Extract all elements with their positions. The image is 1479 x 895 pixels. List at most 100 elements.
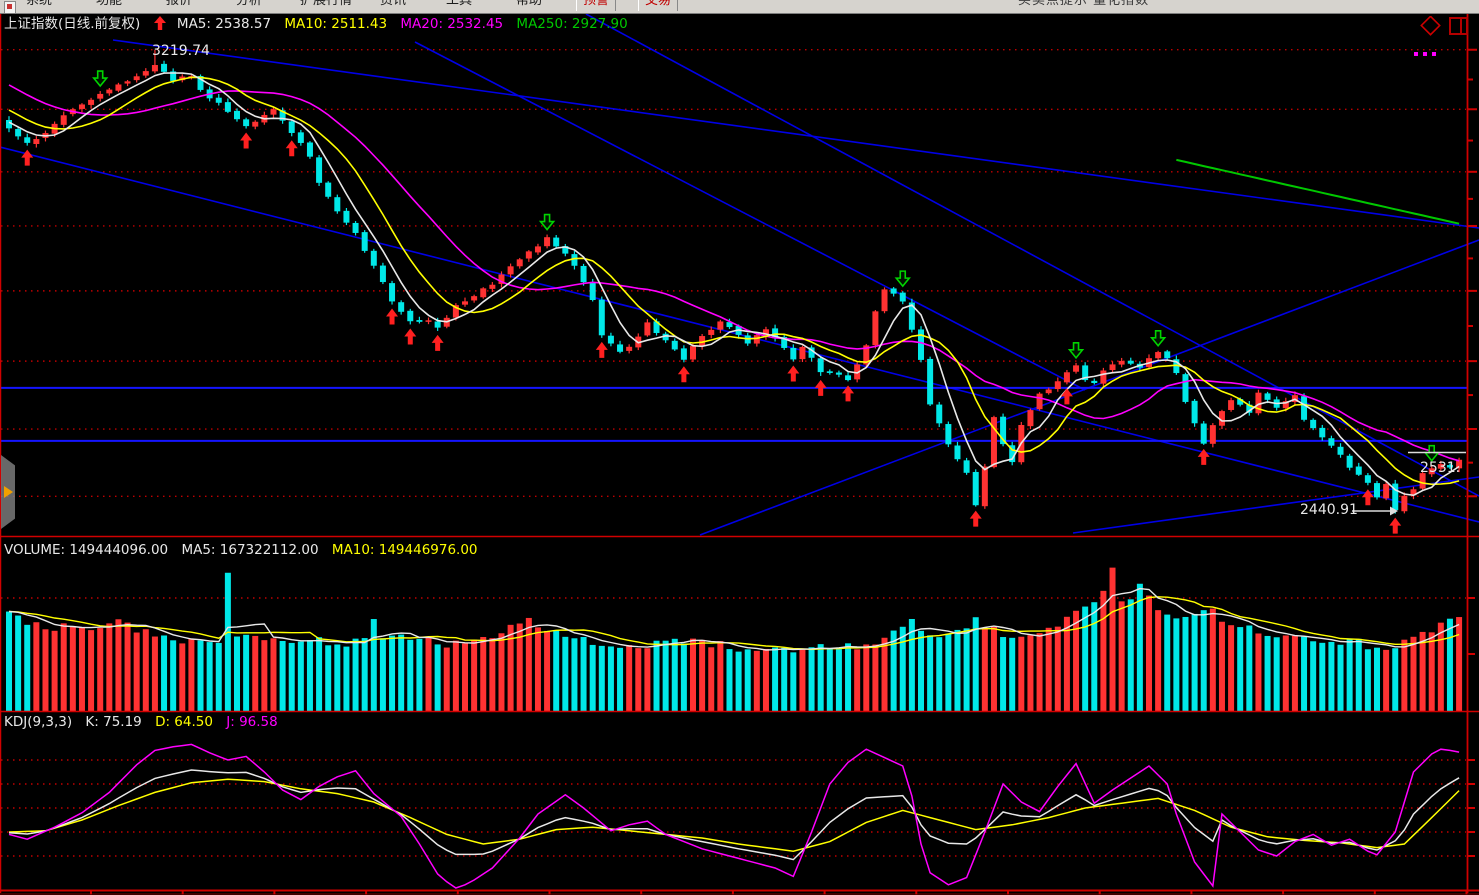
volume-bar	[1037, 633, 1043, 711]
candle	[954, 445, 960, 459]
volume-bar	[334, 644, 340, 711]
menu-item-3[interactable]: 分析	[236, 0, 262, 11]
volume-bar	[590, 645, 596, 711]
candle	[882, 289, 888, 311]
app-icon[interactable]	[4, 1, 16, 14]
candle	[1046, 389, 1052, 393]
candle	[927, 359, 933, 404]
menu-item-0[interactable]: 系统	[26, 0, 52, 11]
volume-bar	[1374, 648, 1380, 711]
volume-bar	[289, 643, 295, 711]
volume-bar	[198, 640, 204, 711]
diamond-icon[interactable]	[1421, 16, 1439, 34]
kdj-d-line	[9, 779, 1459, 851]
candle	[517, 259, 523, 266]
buy-signal-arrow	[21, 150, 33, 166]
volume-value: VOLUME: 149444096.00	[4, 542, 168, 558]
volume-bar	[1456, 617, 1462, 711]
volume-bar	[343, 647, 349, 711]
candle	[936, 405, 942, 424]
candle	[717, 321, 723, 329]
candle	[599, 300, 605, 336]
kdj-k-value: K: 75.19	[85, 714, 141, 730]
candle	[426, 320, 432, 322]
volume-bar	[462, 643, 468, 711]
candle	[380, 266, 386, 282]
volume-bar	[444, 648, 450, 711]
candle	[1201, 424, 1207, 444]
volume-bar	[24, 625, 30, 711]
volume-bar	[836, 649, 842, 711]
candle	[982, 467, 988, 507]
candle	[964, 460, 970, 472]
menu-item-9[interactable]: 交易	[638, 0, 678, 11]
volume-bar	[280, 641, 286, 711]
volume-bar	[954, 630, 960, 711]
candle	[106, 90, 112, 94]
window-restore-icon[interactable]	[1450, 18, 1467, 34]
menu-item-2[interactable]: 报价	[166, 0, 192, 11]
menu-item-1[interactable]: 功能	[96, 0, 122, 11]
candle	[708, 330, 714, 335]
volume-bar	[298, 642, 304, 711]
candle	[1265, 393, 1271, 399]
more-options-icon[interactable]	[1414, 41, 1470, 60]
candle	[1073, 365, 1079, 371]
candle	[1110, 364, 1116, 370]
candle	[1182, 374, 1188, 402]
candle	[1310, 420, 1316, 428]
panel-expander[interactable]	[1, 455, 15, 529]
candle	[608, 336, 614, 344]
volume-bar	[307, 640, 313, 711]
volume-bar	[1155, 610, 1161, 711]
volume-ma10-value: MA10: 149446976.00	[332, 542, 478, 558]
menu-item-8[interactable]: 预警	[576, 0, 616, 11]
candle	[88, 100, 94, 105]
volume-bar	[1210, 609, 1216, 711]
menu-item-6[interactable]: 工具	[446, 0, 472, 11]
candle	[152, 65, 158, 71]
menu-item-7[interactable]: 帮助	[516, 0, 542, 11]
buy-signal-arrow	[432, 335, 444, 351]
candle	[590, 283, 596, 300]
volume-bar	[964, 628, 970, 711]
candle	[799, 347, 805, 359]
volume-bar	[1018, 637, 1024, 711]
candle	[1228, 400, 1234, 410]
volume-bar	[416, 639, 422, 711]
volume-bar	[362, 638, 368, 711]
volume-bar	[1146, 596, 1152, 711]
volume-bar	[1073, 611, 1079, 711]
candle	[234, 111, 240, 119]
kdj-d-value: D: 64.50	[155, 714, 213, 730]
menu-item-4[interactable]: 扩展行情	[300, 0, 352, 11]
chart-canvas[interactable]	[0, 0, 1479, 895]
menu-item-5[interactable]: 资讯	[380, 0, 406, 11]
main-chart-header: 上证指数(日线.前复权) MA5: 2538.57 MA10: 2511.43 …	[4, 16, 637, 33]
candle	[1155, 352, 1161, 358]
volume-bar	[97, 628, 103, 711]
volume-bar	[1301, 637, 1307, 711]
candle	[1091, 381, 1097, 383]
volume-bar	[1027, 635, 1033, 711]
candle	[872, 311, 878, 345]
candle	[24, 137, 30, 143]
sell-signal-arrow	[896, 271, 909, 286]
candle	[1037, 394, 1043, 410]
volume-bar	[1100, 591, 1106, 711]
symbol-title: 上证指数(日线.前复权)	[4, 16, 140, 32]
volume-bar	[1392, 648, 1398, 711]
candle	[61, 115, 67, 125]
volume-bar	[1082, 607, 1088, 711]
candle	[1319, 428, 1325, 437]
volume-bar	[270, 638, 276, 711]
kdj-j-value: J: 96.58	[226, 714, 277, 730]
volume-bar	[188, 639, 194, 711]
candle	[334, 197, 340, 211]
candle	[581, 266, 587, 282]
candle	[945, 424, 951, 444]
candle	[918, 329, 924, 359]
volume-bar	[426, 638, 432, 711]
volume-bar	[125, 623, 131, 711]
volume-bar	[371, 619, 377, 711]
